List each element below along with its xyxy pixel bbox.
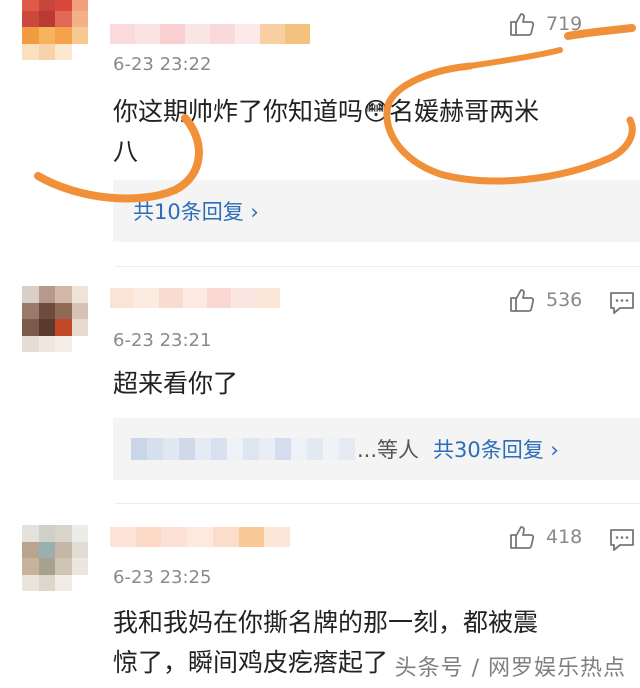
nickname-blurred[interactable]	[110, 288, 280, 308]
nickname-blurred[interactable]	[110, 527, 291, 547]
like-button[interactable]: 719	[508, 10, 582, 38]
avatar[interactable]	[22, 286, 88, 352]
like-button[interactable]: 536	[508, 286, 582, 314]
like-count: 418	[546, 526, 583, 548]
thumbs-up-icon	[510, 289, 535, 312]
comment-text-line2: 八	[113, 137, 139, 166]
avatar[interactable]	[22, 525, 88, 591]
comment-icon[interactable]	[608, 290, 636, 316]
reply-summary[interactable]: 共10条回复 ›	[113, 180, 640, 242]
like-count: 536	[546, 289, 583, 311]
comment-text-line1: 你这期帅炸了你知道吗	[113, 97, 364, 126]
comment-text-line1: 我和我妈在你撕名牌的那一刻，都被震	[113, 608, 539, 637]
comment-icon[interactable]	[608, 527, 636, 553]
comment-time: 6-23 23:21	[113, 330, 212, 351]
comment-text-line2: 惊了，瞬间鸡皮疙瘩起了	[113, 648, 389, 677]
nickname-blurred[interactable]	[110, 24, 310, 44]
reply-summary[interactable]: ...等人 共30条回复 ›	[113, 418, 640, 480]
reply-prefix: ...等人	[357, 438, 420, 462]
comment-text: 你这期帅炸了你知道吗😳名媛赫哥两米 八	[113, 92, 633, 172]
emoji-icon: 😳	[363, 97, 390, 126]
comment-2: 6-23 23:21 536 超来看你了 ...等人 共30条回复 ›	[0, 266, 640, 496]
comment-text-line1b: 名媛赫哥两米	[389, 97, 540, 126]
like-count: 719	[546, 13, 583, 35]
avatar[interactable]	[22, 0, 88, 60]
comment-1: 6-23 23:22 719 你这期帅炸了你知道吗😳名媛赫哥两米 八 共10条回…	[0, 0, 640, 265]
replier-names-blurred	[131, 438, 355, 460]
thumbs-up-icon	[510, 526, 535, 549]
comment-time: 6-23 23:22	[113, 54, 212, 75]
reply-count-link[interactable]: 共10条回复 ›	[133, 196, 259, 226]
comment-time: 6-23 23:25	[113, 567, 212, 588]
watermark: 头条号 / 网罗娱乐热点	[394, 656, 626, 681]
reply-count-link[interactable]: 共30条回复 ›	[433, 434, 559, 464]
thumbs-up-icon	[510, 13, 535, 36]
like-button[interactable]: 418	[508, 523, 582, 551]
comment-text: 超来看你了	[113, 369, 239, 398]
